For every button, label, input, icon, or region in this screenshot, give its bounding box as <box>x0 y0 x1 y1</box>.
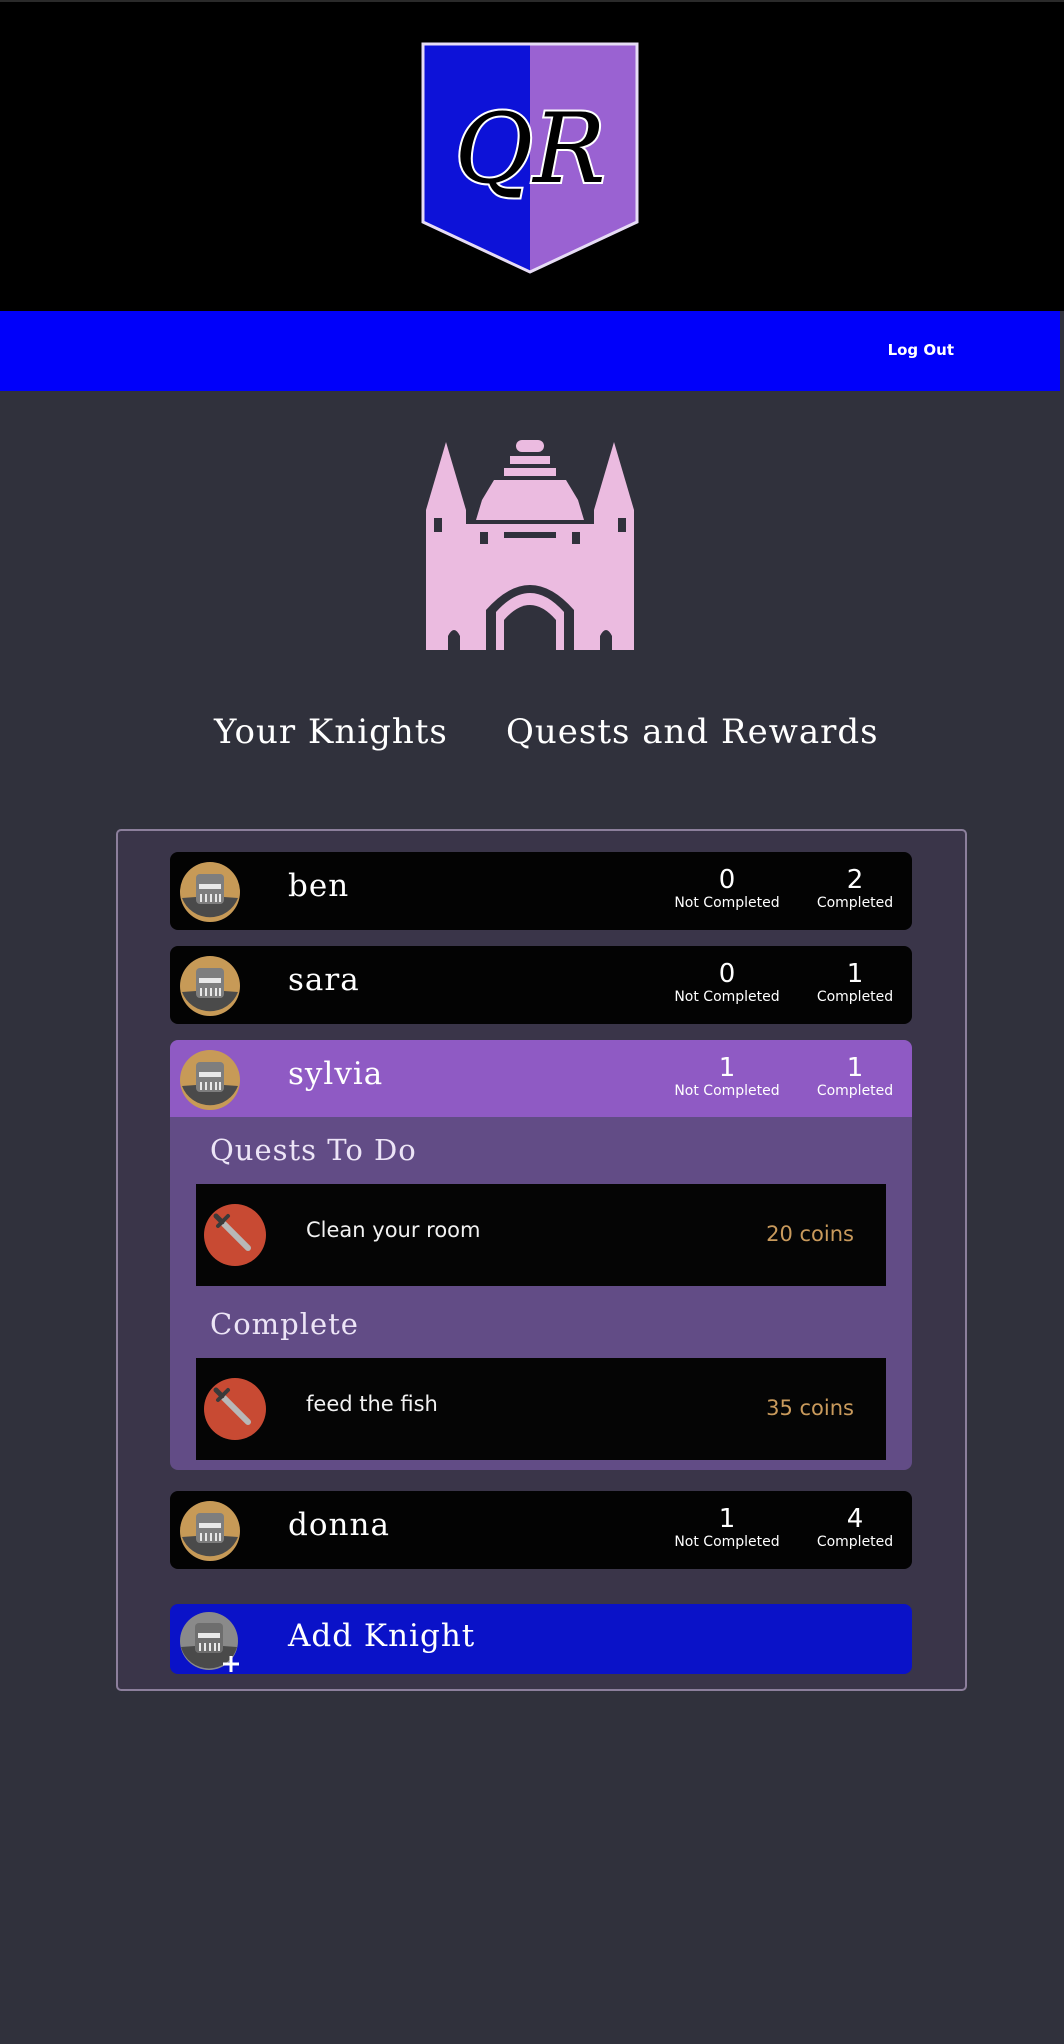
logo-text: QR <box>455 93 606 205</box>
completed-label: Completed <box>816 989 894 1005</box>
not-completed-label: Not Completed <box>674 989 780 1005</box>
completed-count: 1 <box>846 959 864 989</box>
sword-icon <box>204 1378 266 1440</box>
knight-name: sara <box>288 962 360 998</box>
knight-helmet-icon <box>180 862 240 922</box>
sword-icon <box>204 1204 266 1266</box>
completed-stat: 2 Completed <box>795 866 915 912</box>
tab-quests-and-rewards[interactable]: Quests and Rewards <box>506 712 879 752</box>
quests-to-do-heading: Quests To Do <box>210 1133 417 1167</box>
not-completed-stat: 1 Not Completed <box>667 1505 787 1551</box>
knight-quests-panel: Quests To Do Clean your room 20 coins Co… <box>170 1117 912 1470</box>
knight-row[interactable]: donna 1 Not Completed 4 Completed <box>170 1491 912 1569</box>
castle-icon <box>424 440 636 650</box>
completed-stat: 1 Completed <box>795 1054 915 1100</box>
not-completed-count: 0 <box>718 959 736 989</box>
not-completed-stat: 0 Not Completed <box>667 960 787 1006</box>
not-completed-count: 1 <box>718 1053 736 1083</box>
completed-count: 2 <box>846 865 864 895</box>
logout-link[interactable]: Log Out <box>888 341 954 359</box>
qr-logo[interactable]: QR <box>421 42 639 274</box>
knight-name: donna <box>288 1507 390 1543</box>
knight-row-active[interactable]: sylvia 1 Not Completed 1 Completed <box>170 1040 912 1118</box>
not-completed-label: Not Completed <box>674 895 780 911</box>
knight-row[interactable]: sara 0 Not Completed 1 Completed <box>170 946 912 1024</box>
completed-label: Completed <box>816 1083 894 1099</box>
tab-your-knights[interactable]: Your Knights <box>214 712 448 752</box>
quest-name: feed the fish <box>306 1392 438 1416</box>
quest-card[interactable]: Clean your room 20 coins <box>196 1184 886 1286</box>
knight-row[interactable]: ben 0 Not Completed 2 Completed <box>170 852 912 930</box>
add-knight-button[interactable]: Add Knight <box>170 1604 912 1674</box>
quest-reward: 35 coins <box>766 1396 854 1420</box>
quest-reward: 20 coins <box>766 1222 854 1246</box>
tabs: Your Knights Quests and Rewards <box>0 712 1064 762</box>
completed-count: 1 <box>846 1053 864 1083</box>
app-header: QR <box>0 0 1064 311</box>
nav-bar: Log Out <box>0 311 1060 391</box>
knight-name: sylvia <box>288 1056 384 1092</box>
knight-helmet-icon <box>180 956 240 1016</box>
shield-logo-icon: QR <box>421 42 639 274</box>
add-knight-icon <box>180 1612 242 1674</box>
knight-helmet-icon <box>180 1501 240 1561</box>
completed-stat: 1 Completed <box>795 960 915 1006</box>
knight-helmet-icon <box>180 1050 240 1110</box>
not-completed-count: 0 <box>718 865 736 895</box>
not-completed-label: Not Completed <box>674 1534 780 1550</box>
complete-heading: Complete <box>210 1307 359 1341</box>
quest-card[interactable]: feed the fish 35 coins <box>196 1358 886 1460</box>
not-completed-count: 1 <box>718 1504 736 1534</box>
completed-label: Completed <box>816 1534 894 1550</box>
completed-stat: 4 Completed <box>795 1505 915 1551</box>
completed-label: Completed <box>816 895 894 911</box>
add-knight-label: Add Knight <box>288 1618 476 1654</box>
knight-name: ben <box>288 868 350 904</box>
quest-name: Clean your room <box>306 1218 481 1242</box>
not-completed-stat: 0 Not Completed <box>667 866 787 912</box>
not-completed-stat: 1 Not Completed <box>667 1054 787 1100</box>
completed-count: 4 <box>846 1504 864 1534</box>
not-completed-label: Not Completed <box>674 1083 780 1099</box>
